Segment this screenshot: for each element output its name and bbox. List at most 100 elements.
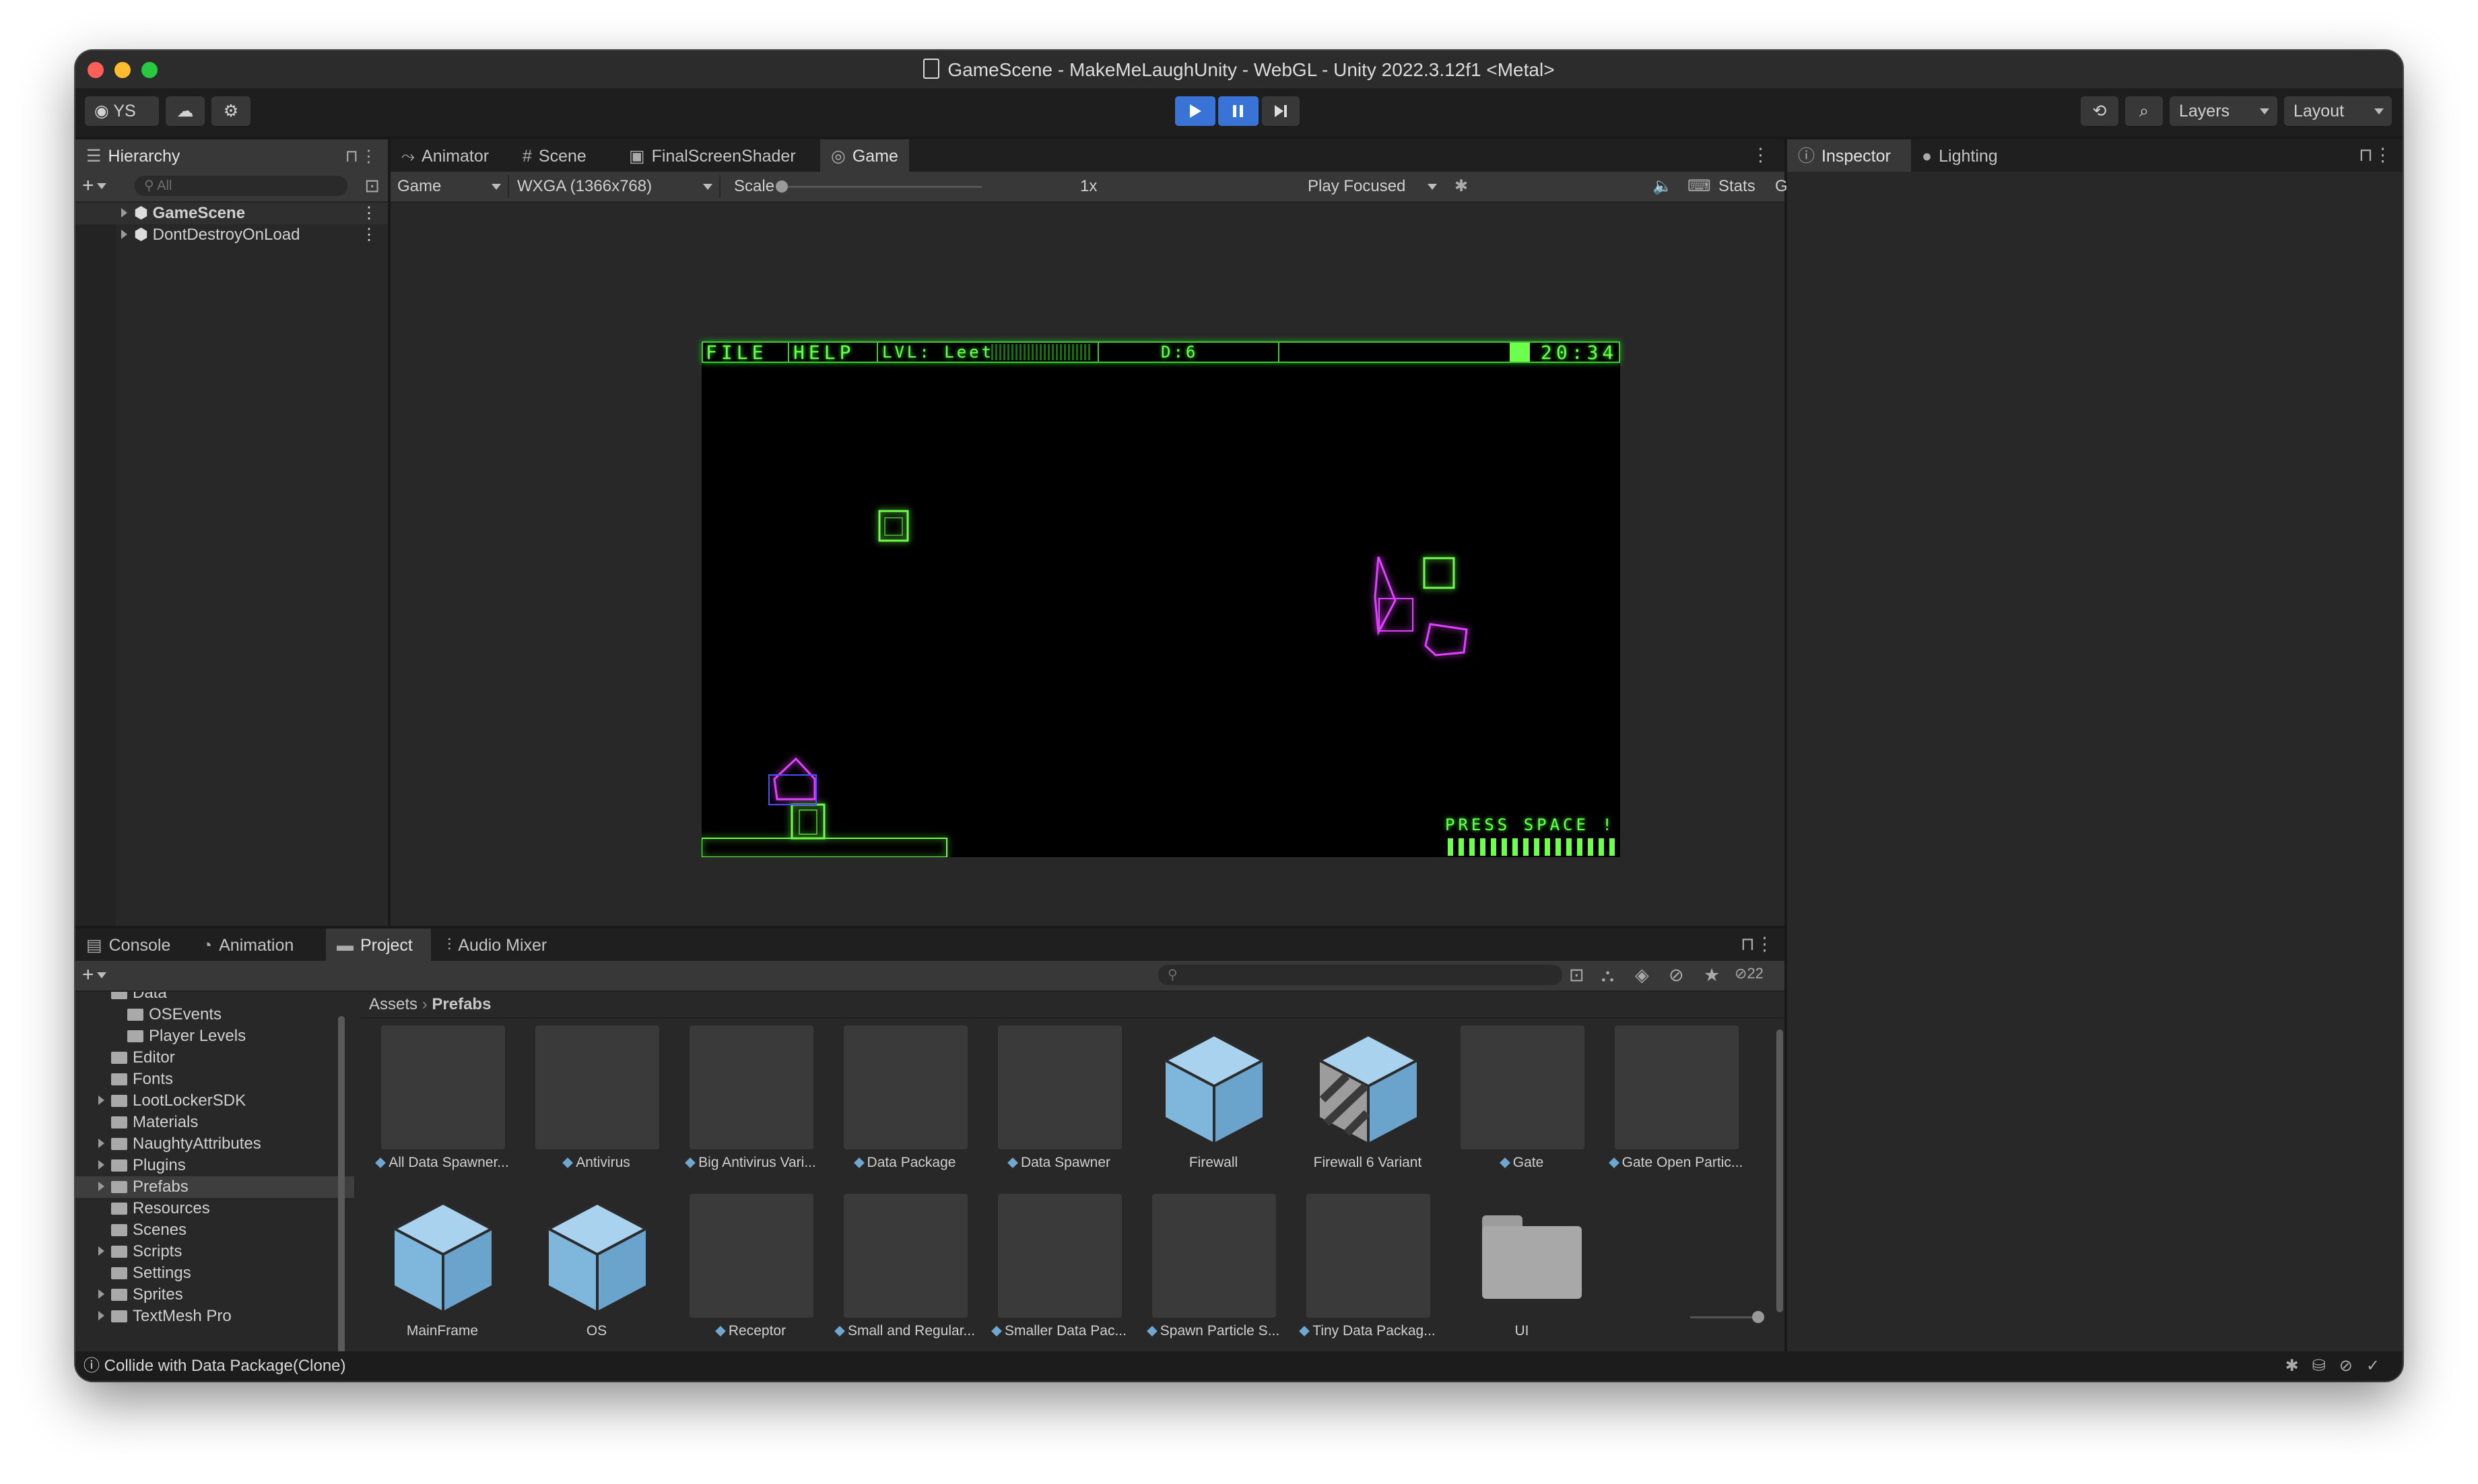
tree-scrollbar[interactable] <box>338 1016 345 1380</box>
hidden-packages-button[interactable]: ⊘22 <box>1735 965 1764 982</box>
scale-slider-track[interactable] <box>780 186 982 188</box>
step-button[interactable] <box>1262 96 1300 126</box>
more-menu-icon[interactable]: ⋮ <box>1751 145 1770 166</box>
asset-item[interactable]: Small and Regular... <box>830 1188 980 1357</box>
tree-folder-osevents[interactable]: OSEvents <box>75 1004 354 1025</box>
asset-item[interactable]: MainFrame <box>368 1188 517 1357</box>
tree-folder-textmesh-pro[interactable]: TextMesh Pro <box>75 1306 354 1324</box>
asset-item[interactable]: Spawn Particle S... <box>1139 1188 1288 1357</box>
asset-item[interactable]: Gate Open Partic... <box>1601 1020 1751 1188</box>
tree-folder-settings[interactable]: Settings <box>75 1262 354 1284</box>
tab-animation[interactable]: ◔ Animation <box>191 929 319 961</box>
tree-folder-lootlockersdk[interactable]: LootLockerSDK <box>75 1090 354 1112</box>
warning-icon[interactable]: ⊘ <box>1669 965 1684 986</box>
tree-folder-naughtyattributes[interactable]: NaughtyAttributes <box>75 1133 354 1155</box>
tree-folder-materials[interactable]: Materials <box>75 1112 354 1133</box>
project-search-input[interactable]: ⚲ <box>1158 965 1562 985</box>
play-button[interactable] <box>1175 96 1215 126</box>
tree-folder-data[interactable]: Data <box>75 992 354 1004</box>
expand-arrow-icon[interactable] <box>98 1246 104 1256</box>
more-menu-icon[interactable]: ⋮ <box>361 203 377 224</box>
tab-finalscreenshader[interactable]: ▣ FinalScreenShader <box>618 139 820 172</box>
tab-console[interactable]: ▤ Console <box>75 929 191 961</box>
tree-folder-sprites[interactable]: Sprites <box>75 1284 354 1306</box>
tab-game[interactable]: ◎ Game <box>820 139 909 172</box>
filter-type-icon[interactable]: ⛬ <box>1601 965 1614 986</box>
breadcrumb-assets[interactable]: Assets <box>369 995 417 1013</box>
asset-item[interactable]: Antivirus <box>522 1020 671 1188</box>
game-render-view[interactable]: FILE HELP LVL: Leet D:6 20:34 PRESS SPAC… <box>702 341 1620 857</box>
layout-dropdown[interactable]: Layout <box>2284 96 2392 126</box>
label-tag-icon[interactable]: ◈ <box>1635 965 1649 986</box>
create-add-button[interactable]: + <box>82 964 106 986</box>
display-dropdown[interactable]: Game <box>391 175 509 198</box>
hierarchy-item-dontdestroyonload[interactable]: ⬢ DontDestroyOnLoad ⋮ <box>75 224 388 246</box>
layers-dropdown[interactable]: Layers <box>2170 96 2277 126</box>
tab-project[interactable]: ▬ Project <box>326 929 431 961</box>
tab-inspector[interactable]: ⓘ Inspector <box>1787 139 1911 172</box>
collab-button[interactable]: ⚙ <box>211 96 250 126</box>
asset-item[interactable]: UI <box>1447 1188 1597 1357</box>
stats-button[interactable]: Stats <box>1712 175 1766 198</box>
icon-size-slider-handle[interactable] <box>1752 1311 1764 1323</box>
hierarchy-item-gamescene[interactable]: ⬢ GameScene ⋮ <box>75 203 388 224</box>
tab-lighting[interactable]: ● Lighting <box>1911 139 2025 172</box>
asset-item[interactable]: Big Antivirus Vari... <box>676 1020 826 1188</box>
expand-arrow-icon[interactable] <box>121 208 127 217</box>
asset-item[interactable]: Data Spawner <box>984 1020 1134 1188</box>
keyboard-icon[interactable]: ⌨ <box>1681 175 1711 198</box>
tree-folder-scenes[interactable]: Scenes <box>75 1219 354 1241</box>
account-dropdown[interactable]: ◉ YS <box>85 96 159 146</box>
tree-folder-resources[interactable]: Resources <box>75 1198 354 1219</box>
expand-arrow-icon[interactable] <box>121 230 127 239</box>
expand-arrow-icon[interactable] <box>98 1182 104 1191</box>
play-mode-dropdown[interactable]: Play Focused <box>1301 175 1444 198</box>
tree-folder-prefabs[interactable]: Prefabs <box>75 1176 354 1198</box>
tree-folder-fonts[interactable]: Fonts <box>75 1069 354 1090</box>
scale-slider-handle[interactable] <box>776 180 788 193</box>
asset-item[interactable]: Firewall 6 Variant <box>1293 1020 1442 1188</box>
asset-item[interactable]: OS <box>522 1188 671 1357</box>
status-icons[interactable]: ✱⛁⊘✓ <box>2285 1351 2393 1381</box>
lock-icon[interactable]: ⊓ <box>2359 145 2373 166</box>
asset-item[interactable]: Receptor <box>676 1188 826 1357</box>
asset-item[interactable]: All Data Spawner... <box>368 1020 517 1188</box>
expand-arrow-icon[interactable] <box>98 1311 104 1320</box>
search-by-type-icon[interactable]: ⊡ <box>1569 965 1584 986</box>
undo-history-button[interactable]: ⟲ <box>2081 96 2118 126</box>
status-message[interactable]: Collide with Data Package(Clone) <box>104 1357 346 1375</box>
hierarchy-search-input[interactable]: ⚲ All <box>135 176 347 196</box>
expand-arrow-icon[interactable] <box>98 1139 104 1148</box>
tree-folder-plugins[interactable]: Plugins <box>75 1155 354 1176</box>
search-button[interactable]: ⌕ <box>2125 96 2163 126</box>
tree-folder-scripts[interactable]: Scripts <box>75 1241 354 1262</box>
lock-icon[interactable]: ⊓ <box>345 139 358 173</box>
asset-item[interactable]: Gate <box>1447 1020 1597 1188</box>
more-menu-icon[interactable]: ⋮ <box>1755 934 1774 955</box>
expand-arrow-icon[interactable] <box>98 1160 104 1170</box>
tab-audio-mixer[interactable]: ⫶ Audio Mixer <box>436 929 571 961</box>
bug-icon[interactable]: ✱ <box>1448 175 1479 198</box>
asset-item[interactable]: Smaller Data Pac... <box>984 1188 1134 1357</box>
tree-folder-editor[interactable]: Editor <box>75 1047 354 1069</box>
search-by-type-icon[interactable]: ⊡ <box>364 176 380 197</box>
more-menu-icon[interactable]: ⋮ <box>360 139 377 173</box>
tree-folder-player-levels[interactable]: Player Levels <box>75 1025 354 1047</box>
expand-arrow-icon[interactable] <box>98 1095 104 1105</box>
favorite-star-icon[interactable]: ★ <box>1704 965 1720 986</box>
tab-hierarchy[interactable]: ☰ Hierarchy ⊓ ⋮ <box>75 139 388 172</box>
pause-button[interactable] <box>1218 96 1259 126</box>
resolution-dropdown[interactable]: WXGA (1366x768) <box>510 175 721 198</box>
breadcrumb-prefabs[interactable]: Prefabs <box>432 995 491 1013</box>
asset-item[interactable]: Firewall <box>1139 1020 1288 1188</box>
more-menu-icon[interactable]: ⋮ <box>361 224 377 246</box>
lock-icon[interactable]: ⊓ <box>1741 934 1755 955</box>
tab-scene[interactable]: # Scene <box>512 139 618 172</box>
tab-animator[interactable]: ⤳ Animator <box>391 139 512 172</box>
mute-audio-icon[interactable]: 🔈 <box>1646 175 1675 198</box>
create-add-button[interactable]: + <box>82 174 106 197</box>
asset-scrollbar[interactable] <box>1776 1030 1783 1312</box>
asset-item[interactable]: Data Package <box>830 1020 980 1188</box>
expand-arrow-icon[interactable] <box>98 1289 104 1299</box>
asset-item[interactable]: Tiny Data Packag... <box>1293 1188 1442 1357</box>
